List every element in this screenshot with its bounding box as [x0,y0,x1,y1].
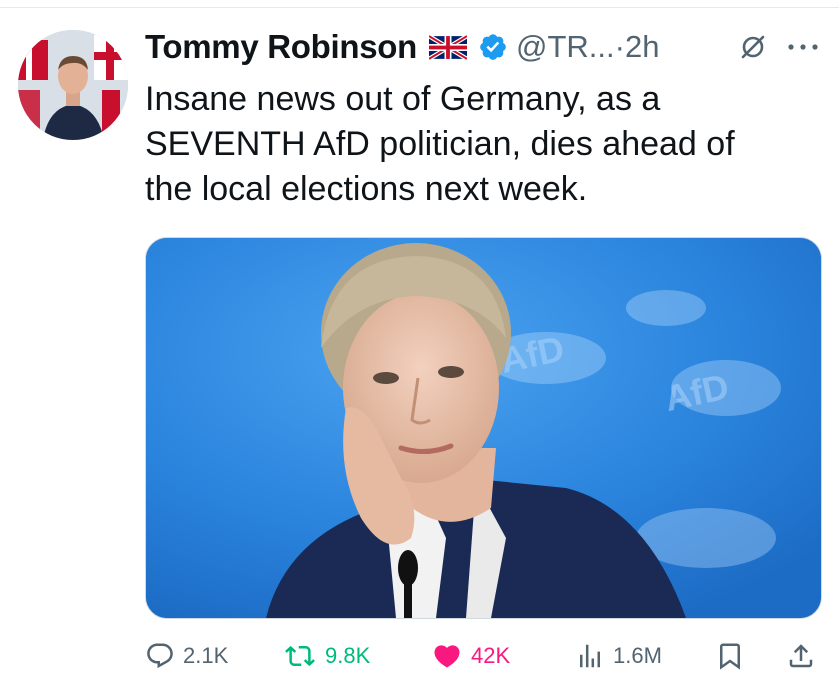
retweet-button[interactable]: 9.8K [283,636,370,676]
tweet-text-line: SEVENTH AfD politician, dies ahead of [145,125,735,163]
views-button[interactable]: 1.6M [575,636,662,676]
retweet-count: 9.8K [325,643,371,668]
analytics-icon [580,644,600,668]
separator-dot: · [614,29,625,64]
tweet-text-line: the local elections next week. [145,170,588,208]
more-options-icon[interactable] [785,38,821,56]
uk-flag-icon [429,34,468,60]
author-handle[interactable]: @TR... [516,29,615,65]
tweet-timestamp[interactable]: 2h [625,29,659,65]
retweet-icon [285,645,315,667]
like-button[interactable]: 42K [431,636,510,676]
reply-button[interactable]: 2.1K [145,636,228,676]
views-count: 1.6M [613,643,662,668]
tweet-media-image[interactable]: AfD AfD [145,237,822,619]
top-divider [0,7,839,8]
bookmark-icon [720,643,740,670]
verified-badge-icon[interactable] [478,32,508,62]
bookmark-button[interactable] [715,636,745,676]
tweet-header: Tommy Robinson @TR... · 2h [145,24,659,70]
tweet-text-line: Insane news out of Germany, as a [145,80,661,118]
share-icon [789,644,813,668]
reply-count: 2.1K [183,643,229,668]
share-button[interactable] [786,636,816,676]
tweet-actions-bar: 2.1K 9.8K 42K 1.6M [0,636,839,676]
author-avatar[interactable] [18,30,128,140]
heart-icon [434,645,460,668]
author-name[interactable]: Tommy Robinson [145,28,417,66]
reply-icon [147,643,173,669]
tweet-text: Insane news out of Germany, as a SEVENTH… [145,77,815,212]
grok-icon[interactable] [738,32,768,62]
like-count: 42K [471,643,511,668]
